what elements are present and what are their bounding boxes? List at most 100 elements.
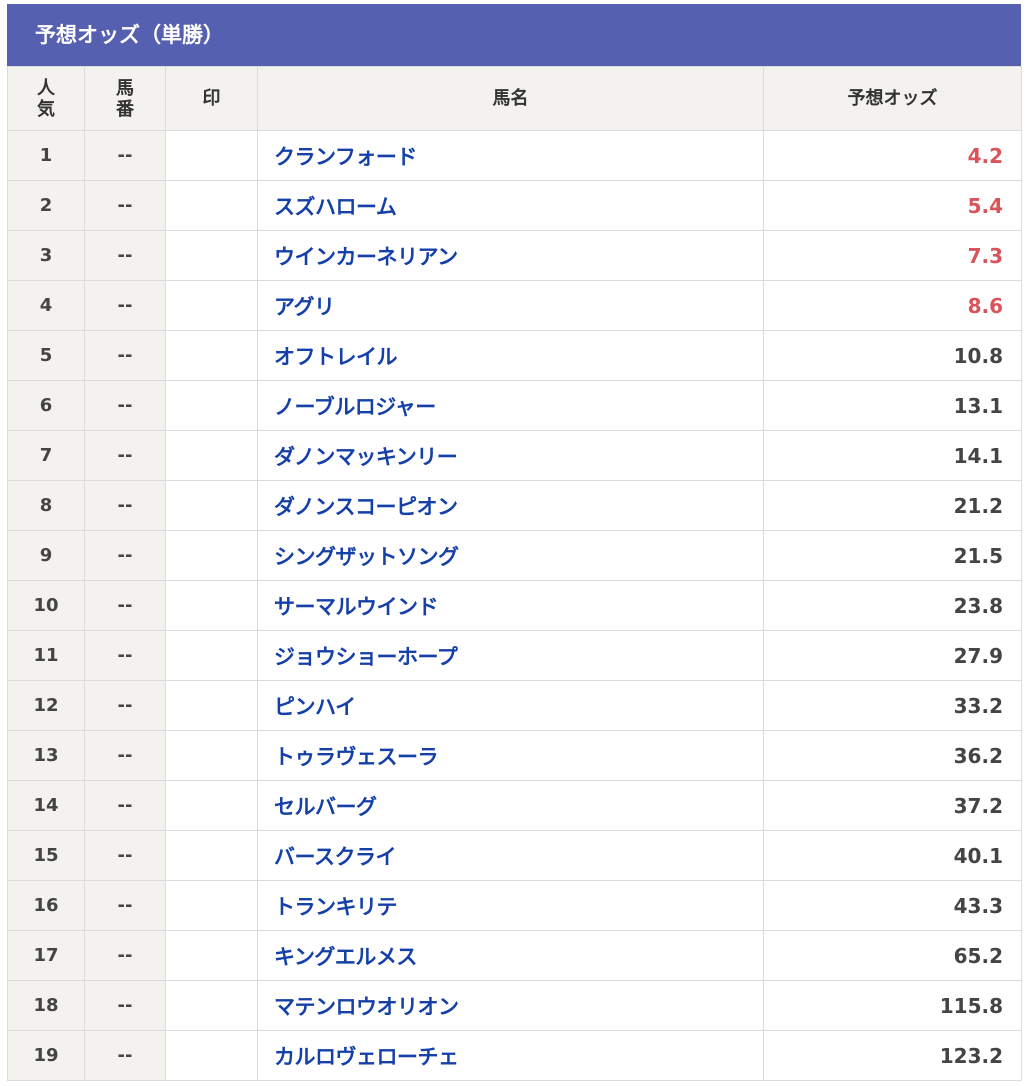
horse-number-cell: -- bbox=[84, 880, 166, 931]
odds-cell: 13.1 bbox=[763, 380, 1022, 431]
horse-name-link[interactable]: アグリ bbox=[274, 295, 335, 319]
horse-name-cell: バースクライ bbox=[257, 830, 764, 881]
table-row: 11 -- ジョウショーホープ 27.9 bbox=[7, 630, 1022, 681]
horse-number-cell: -- bbox=[84, 130, 166, 181]
horse-name-link[interactable]: シングザットソング bbox=[274, 545, 459, 569]
horse-name-cell: セルバーグ bbox=[257, 780, 764, 831]
table-row: 2 -- スズハローム 5.4 bbox=[7, 180, 1022, 231]
horse-number-cell: -- bbox=[84, 380, 166, 431]
horse-name-cell: マテンロウオリオン bbox=[257, 980, 764, 1031]
mark-cell[interactable] bbox=[165, 430, 258, 481]
mark-cell[interactable] bbox=[165, 1030, 258, 1081]
mark-cell[interactable] bbox=[165, 830, 258, 881]
odds-cell: 40.1 bbox=[763, 830, 1022, 881]
odds-cell: 65.2 bbox=[763, 930, 1022, 981]
header-horse-number: 馬 番 bbox=[84, 66, 166, 131]
mark-cell[interactable] bbox=[165, 680, 258, 731]
horse-name-link[interactable]: クランフォード bbox=[274, 145, 417, 169]
horse-name-cell: サーマルウインド bbox=[257, 580, 764, 631]
mark-cell[interactable] bbox=[165, 780, 258, 831]
horse-number-cell: -- bbox=[84, 580, 166, 631]
odds-cell: 10.8 bbox=[763, 330, 1022, 381]
odds-cell: 36.2 bbox=[763, 730, 1022, 781]
mark-cell[interactable] bbox=[165, 980, 258, 1031]
horse-name-link[interactable]: ダノンマッキンリー bbox=[274, 445, 458, 469]
horse-number-cell: -- bbox=[84, 430, 166, 481]
horse-name-cell: シングザットソング bbox=[257, 530, 764, 581]
header-horse-number-line1: 馬 bbox=[116, 77, 134, 99]
header-popularity-line2: 気 bbox=[37, 98, 55, 120]
table-body: 1 -- クランフォード 4.2 2 -- スズハローム 5.4 3 -- ウインカーネリアン 7.3… bbox=[7, 130, 1022, 1081]
popularity-cell: 7 bbox=[7, 430, 85, 481]
horse-name-link[interactable]: マテンロウオリオン bbox=[274, 995, 459, 1019]
popularity-cell: 9 bbox=[7, 530, 85, 581]
mark-cell[interactable] bbox=[165, 230, 258, 281]
horse-name-link[interactable]: セルバーグ bbox=[274, 795, 377, 819]
table-row: 16 -- トランキリテ 43.3 bbox=[7, 880, 1022, 931]
header-popularity-line1: 人 bbox=[37, 77, 55, 99]
mark-cell[interactable] bbox=[165, 880, 258, 931]
mark-cell[interactable] bbox=[165, 730, 258, 781]
horse-name-link[interactable]: トランキリテ bbox=[274, 895, 398, 919]
popularity-cell: 1 bbox=[7, 130, 85, 181]
popularity-cell: 14 bbox=[7, 780, 85, 831]
horse-name-cell: クランフォード bbox=[257, 130, 764, 181]
popularity-cell: 11 bbox=[7, 630, 85, 681]
popularity-cell: 2 bbox=[7, 180, 85, 231]
mark-cell[interactable] bbox=[165, 280, 258, 331]
horse-name-cell: ダノンマッキンリー bbox=[257, 430, 764, 481]
horse-number-cell: -- bbox=[84, 230, 166, 281]
odds-cell: 37.2 bbox=[763, 780, 1022, 831]
horse-name-link[interactable]: トゥラヴェスーラ bbox=[274, 745, 439, 769]
odds-cell: 43.3 bbox=[763, 880, 1022, 931]
table-row: 13 -- トゥラヴェスーラ 36.2 bbox=[7, 730, 1022, 781]
mark-cell[interactable] bbox=[165, 630, 258, 681]
odds-cell: 27.9 bbox=[763, 630, 1022, 681]
horse-name-link[interactable]: サーマルウインド bbox=[274, 595, 439, 619]
horse-name-link[interactable]: ジョウショーホープ bbox=[274, 645, 458, 669]
horse-name-link[interactable]: ノーブルロジャー bbox=[274, 395, 436, 419]
mark-cell[interactable] bbox=[165, 130, 258, 181]
horse-number-cell: -- bbox=[84, 480, 166, 531]
panel-title: 予想オッズ（単勝） bbox=[7, 4, 1021, 66]
horse-name-link[interactable]: ダノンスコーピオン bbox=[274, 495, 458, 519]
popularity-cell: 16 bbox=[7, 880, 85, 931]
odds-cell: 21.2 bbox=[763, 480, 1022, 531]
table-row: 1 -- クランフォード 4.2 bbox=[7, 130, 1022, 181]
horse-number-cell: -- bbox=[84, 180, 166, 231]
popularity-cell: 10 bbox=[7, 580, 85, 631]
popularity-cell: 18 bbox=[7, 980, 85, 1031]
mark-cell[interactable] bbox=[165, 480, 258, 531]
horse-name-link[interactable]: ピンハイ bbox=[274, 695, 356, 719]
mark-cell[interactable] bbox=[165, 530, 258, 581]
table-row: 9 -- シングザットソング 21.5 bbox=[7, 530, 1022, 581]
table-row: 5 -- オフトレイル 10.8 bbox=[7, 330, 1022, 381]
table-header-row: 人 気 馬 番 印 馬名 予想オッズ bbox=[7, 66, 1022, 131]
horse-number-cell: -- bbox=[84, 630, 166, 681]
odds-cell: 14.1 bbox=[763, 430, 1022, 481]
mark-cell[interactable] bbox=[165, 330, 258, 381]
horse-name-link[interactable]: ウインカーネリアン bbox=[274, 245, 458, 269]
horse-name-link[interactable]: オフトレイル bbox=[274, 345, 398, 369]
horse-name-link[interactable]: キングエルメス bbox=[274, 945, 417, 969]
horse-name-cell: スズハローム bbox=[257, 180, 764, 231]
header-mark: 印 bbox=[165, 66, 258, 131]
horse-name-link[interactable]: バースクライ bbox=[274, 845, 396, 869]
table-row: 19 -- カルロヴェローチェ 123.2 bbox=[7, 1030, 1022, 1081]
table-row: 17 -- キングエルメス 65.2 bbox=[7, 930, 1022, 981]
mark-cell[interactable] bbox=[165, 380, 258, 431]
horse-name-link[interactable]: カルロヴェローチェ bbox=[274, 1045, 459, 1069]
mark-cell[interactable] bbox=[165, 180, 258, 231]
horse-number-cell: -- bbox=[84, 780, 166, 831]
mark-cell[interactable] bbox=[165, 930, 258, 981]
horse-name-cell: アグリ bbox=[257, 280, 764, 331]
horse-name-cell: ウインカーネリアン bbox=[257, 230, 764, 281]
popularity-cell: 13 bbox=[7, 730, 85, 781]
table-row: 18 -- マテンロウオリオン 115.8 bbox=[7, 980, 1022, 1031]
odds-cell: 4.2 bbox=[763, 130, 1022, 181]
mark-cell[interactable] bbox=[165, 580, 258, 631]
odds-panel: 予想オッズ（単勝） 人 気 馬 番 印 馬名 予想オッズ 1 -- クランフォード 4… bbox=[7, 4, 1022, 1081]
popularity-cell: 4 bbox=[7, 280, 85, 331]
horse-name-cell: オフトレイル bbox=[257, 330, 764, 381]
horse-name-link[interactable]: スズハローム bbox=[274, 195, 397, 219]
